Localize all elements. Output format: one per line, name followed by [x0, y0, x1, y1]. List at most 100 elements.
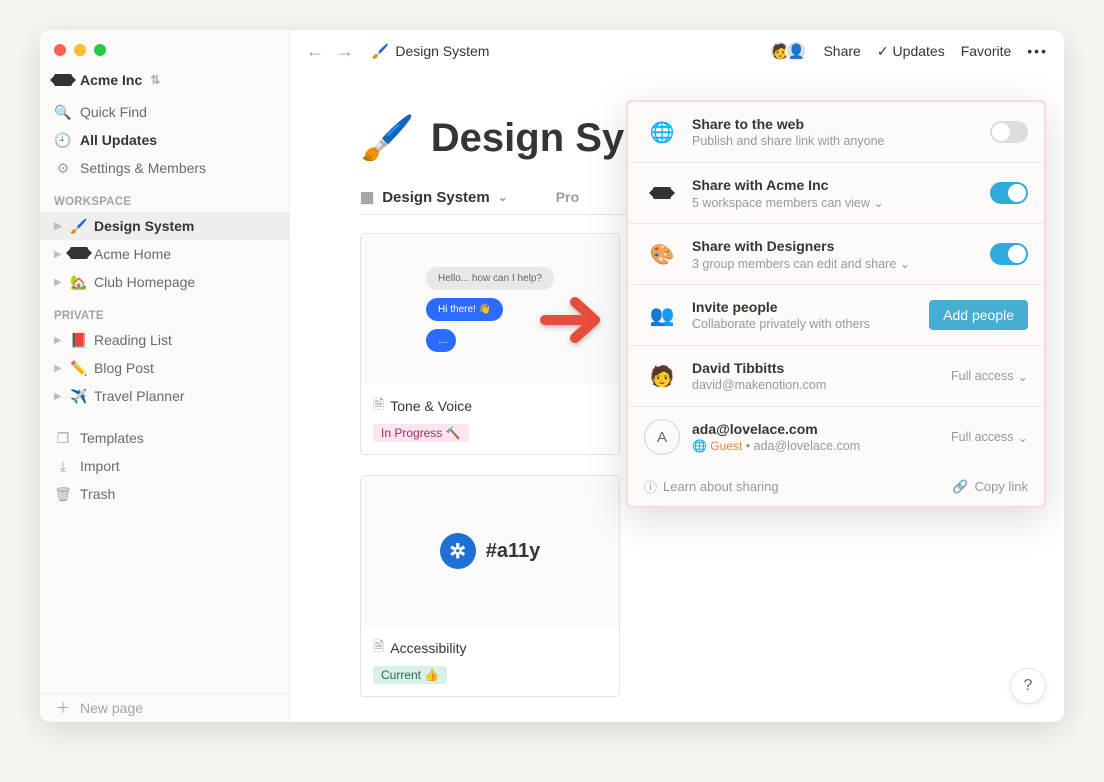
share-row-subtitle: Collaborate privately with others — [692, 317, 917, 331]
minimize-window-icon[interactable] — [74, 44, 86, 56]
acme-logo-icon — [54, 74, 72, 86]
status-tag: In Progress 🔨 — [373, 424, 469, 442]
updates-button[interactable]: ✓Updates — [877, 43, 945, 60]
help-fab[interactable]: ? — [1010, 668, 1046, 704]
sidebar-page[interactable]: ▶🖌️Design System — [40, 212, 289, 240]
access-level[interactable]: Full access⌄ — [951, 369, 1028, 384]
import[interactable]: ⤓ Import — [40, 452, 289, 480]
page-emoji-icon: ✈️ — [70, 388, 88, 405]
forward-button[interactable]: → — [336, 41, 354, 61]
clock-icon: 🕘 — [54, 132, 72, 149]
page-label: Design System — [94, 218, 194, 234]
templates[interactable]: ❐ Templates — [40, 424, 289, 452]
palette-icon: 🎨 — [644, 236, 680, 272]
page-emoji-icon — [70, 246, 88, 262]
share-button[interactable]: Share — [823, 43, 860, 59]
toggle[interactable] — [990, 121, 1028, 143]
learn-about-sharing[interactable]: Learn about sharing — [663, 479, 779, 494]
access-level[interactable]: Full access⌄ — [951, 430, 1028, 445]
disclosure-triangle-icon[interactable]: ▶ — [54, 249, 64, 260]
disclosure-triangle-icon[interactable]: ▶ — [54, 277, 64, 288]
guest-avatar: A — [644, 419, 680, 455]
import-icon: ⤓ — [54, 458, 72, 475]
close-window-icon[interactable] — [54, 44, 66, 56]
share-row-title: Share to the web — [692, 116, 978, 132]
chevron-down-icon[interactable]: ⌄ — [873, 196, 883, 210]
workspace-switcher[interactable]: Acme Inc ⇅ — [40, 68, 289, 98]
acme-logo-icon — [644, 175, 680, 211]
chevron-down-icon: ⌄ — [1018, 369, 1028, 384]
card-cover: ✲#a11y — [361, 476, 619, 626]
people-icon: 👥 — [644, 297, 680, 333]
all-updates[interactable]: 🕘 All Updates — [40, 126, 289, 154]
page-label: Club Homepage — [94, 274, 195, 290]
workspace-name: Acme Inc — [80, 72, 142, 88]
templates-icon: ❐ — [54, 430, 72, 447]
templates-label: Templates — [80, 430, 144, 446]
page-icon: 🗎 — [373, 394, 384, 418]
sidebar-page[interactable]: ▶ 🏡 Club Homepage — [40, 268, 289, 296]
sidebar-page[interactable]: ▶✈️Travel Planner — [40, 382, 289, 410]
page-icon: 🗎 — [373, 636, 384, 660]
toggle[interactable] — [990, 243, 1028, 265]
link-icon: 🔗 — [952, 479, 968, 495]
page-label: Acme Home — [94, 246, 171, 262]
add-people-button[interactable]: Add people — [929, 300, 1028, 330]
sidebar-page[interactable]: ▶✏️Blog Post — [40, 354, 289, 382]
favorite-button[interactable]: Favorite — [961, 43, 1012, 59]
share-row-user: 🧑 David Tibbitts david@makenotion.com Full … — [628, 346, 1044, 407]
sidebar-page[interactable]: ▶ Acme Home — [40, 240, 289, 268]
trash-icon: 🗑 — [54, 486, 72, 503]
trash[interactable]: 🗑 Trash — [40, 480, 289, 508]
chevron-down-icon[interactable]: ⌄ — [498, 190, 508, 204]
page-label: Reading List — [94, 332, 172, 348]
disclosure-triangle-icon[interactable]: ▶ — [54, 335, 64, 346]
share-row-invite: 👥Invite peopleCollaborate privately with… — [628, 285, 1044, 346]
board-view-icon: ▦ — [360, 188, 374, 206]
accessibility-icon: ✲ — [440, 533, 476, 569]
breadcrumb-title: Design System — [395, 43, 489, 59]
card-title: Accessibility — [390, 640, 466, 656]
user-avatar: 🧑 — [644, 358, 680, 394]
window-controls — [40, 40, 289, 68]
breadcrumb[interactable]: 🖌️ Design System — [372, 43, 490, 60]
share-row-title: David Tibbitts — [692, 360, 939, 376]
chevron-down-icon[interactable]: ⌄ — [900, 257, 910, 271]
breadcrumb-emoji: 🖌️ — [372, 43, 389, 60]
maximize-window-icon[interactable] — [94, 44, 106, 56]
disclosure-triangle-icon[interactable]: ▶ — [54, 363, 64, 374]
more-menu[interactable]: ••• — [1027, 43, 1048, 59]
settings-label: Settings & Members — [80, 160, 206, 176]
gallery-card[interactable]: Hello... how can I help?Hi there! 👋…🗎Ton… — [360, 233, 620, 455]
database-tab[interactable]: Pro — [556, 189, 579, 205]
page-emoji-icon: 📕 — [70, 332, 88, 349]
share-row-acme: Share with Acme Inc5 workspace members c… — [628, 163, 1044, 224]
all-updates-label: All Updates — [80, 132, 157, 148]
new-page[interactable]: ＋ New page — [40, 694, 289, 722]
page-emoji-icon: 🏡 — [70, 274, 88, 291]
share-popover: 🌐Share to the webPublish and share link … — [626, 100, 1046, 508]
share-row-guest: Aada@lovelace.com🌐 Guest • ada@lovelace.… — [628, 407, 1044, 467]
quick-find-label: Quick Find — [80, 104, 147, 120]
presence-avatars[interactable]: 🧑 👤 — [775, 40, 807, 62]
sidebar: Acme Inc ⇅ 🔍 Quick Find 🕘 All Updates ⚙︎… — [40, 30, 290, 722]
page-emoji-icon: ✏️ — [70, 360, 88, 377]
import-label: Import — [80, 458, 120, 474]
back-button[interactable]: ← — [306, 41, 324, 61]
share-row-subtitle: david@makenotion.com — [692, 378, 939, 392]
database-name[interactable]: Design System — [382, 189, 490, 206]
nav-arrows: ← → — [306, 41, 362, 62]
disclosure-triangle-icon[interactable]: ▶ — [54, 391, 64, 402]
settings-members[interactable]: ⚙︎ Settings & Members — [40, 154, 289, 182]
new-page-label: New page — [80, 700, 143, 716]
sidebar-page[interactable]: ▶ 📕 Reading List — [40, 326, 289, 354]
share-row-title: Share with Designers — [692, 238, 978, 254]
chevron-down-icon: ⌄ — [1018, 430, 1028, 445]
quick-find[interactable]: 🔍 Quick Find — [40, 98, 289, 126]
trash-label: Trash — [80, 486, 115, 502]
gallery-card[interactable]: ✲#a11y🗎AccessibilityCurrent 👍 — [360, 475, 620, 697]
copy-link[interactable]: Copy link — [975, 479, 1028, 494]
toggle[interactable] — [990, 182, 1028, 204]
share-row-web: 🌐Share to the webPublish and share link … — [628, 102, 1044, 163]
disclosure-triangle-icon[interactable]: ▶ — [54, 221, 64, 232]
